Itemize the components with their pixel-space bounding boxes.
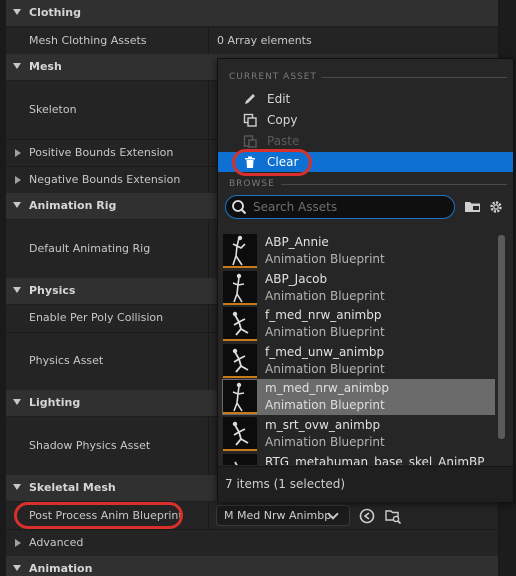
copy-icon <box>243 113 257 127</box>
list-item[interactable]: ABP_Jacob Animation Blueprint <box>222 270 495 306</box>
search-input[interactable] <box>253 199 448 215</box>
row-advanced[interactable]: Advanced <box>6 530 498 557</box>
asset-list-scrollbar[interactable] <box>498 235 505 439</box>
list-item[interactable]: ABP_Annie Animation Blueprint <box>222 233 495 269</box>
asset-thumbnail <box>223 417 257 451</box>
chevron-down-icon <box>13 63 21 69</box>
menu-copy[interactable]: Copy <box>218 110 513 130</box>
pencil-icon <box>245 94 255 104</box>
menu-edit[interactable]: Edit <box>218 89 513 109</box>
asset-thumbnail <box>223 380 257 414</box>
chevron-down-icon <box>13 9 21 15</box>
asset-count-footer: 7 items (1 selected) <box>218 466 513 502</box>
asset-thumbnail <box>223 271 257 305</box>
list-item[interactable]: f_med_nrw_animbp Animation Blueprint <box>222 306 495 342</box>
asset-list[interactable]: ABP_Annie Animation Blueprint ABP_Jacob … <box>222 233 502 465</box>
menu-paste[interactable]: Paste <box>218 131 513 151</box>
gear-icon[interactable] <box>488 199 504 215</box>
folder-filter-icon[interactable] <box>464 199 482 215</box>
chevron-down-icon <box>13 287 21 293</box>
row-mesh-clothing-assets: Mesh Clothing Assets 0 Array elements <box>6 27 498 55</box>
list-item[interactable]: f_med_unw_animbp Animation Blueprint <box>222 343 495 379</box>
annotation-ring-post-process <box>14 502 183 529</box>
chevron-down-icon <box>13 399 21 405</box>
paste-icon <box>243 135 257 148</box>
search-icon <box>232 200 247 215</box>
chevron-right-icon[interactable] <box>15 149 21 157</box>
mesh-clothing-assets-value: 0 Array elements <box>217 34 312 47</box>
list-item[interactable]: m_srt_ovw_animbp Animation Blueprint <box>222 416 495 452</box>
asset-picker-popup: CURRENT ASSET Edit Copy Paste Clear BROW… <box>217 58 514 502</box>
post-process-anim-bp-combo[interactable]: M Med Nrw Animbp <box>216 505 350 526</box>
list-item[interactable]: RTG_metahuman_base_skel_AnimBP <box>222 453 495 465</box>
chevron-right-icon[interactable] <box>15 539 21 547</box>
browse-header: BROWSE <box>229 179 275 189</box>
use-selected-arrow-icon[interactable] <box>358 507 376 525</box>
category-animation[interactable]: Animation <box>6 556 498 576</box>
asset-thumbnail <box>223 234 257 268</box>
annotation-ring-clear <box>232 149 312 176</box>
chevron-down-icon <box>13 484 21 490</box>
category-clothing[interactable]: Clothing <box>6 0 498 27</box>
list-item-selected[interactable]: m_med_nrw_animbp Animation Blueprint <box>222 379 495 415</box>
asset-thumbnail <box>223 454 257 465</box>
search-assets-field[interactable] <box>225 195 455 219</box>
chevron-down-icon <box>13 565 21 571</box>
browse-folder-search-icon[interactable] <box>384 507 402 525</box>
asset-thumbnail <box>223 307 257 341</box>
chevron-right-icon[interactable] <box>15 176 21 184</box>
current-asset-header: CURRENT ASSET <box>229 72 317 82</box>
asset-thumbnail <box>223 344 257 378</box>
chevron-down-icon <box>13 202 21 208</box>
